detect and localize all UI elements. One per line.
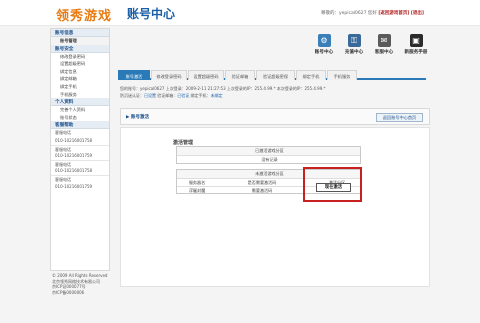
page: 领秀游戏 账号中心 尊敬的：yepical0627 您好 [返回游戏首页] [退… <box>0 0 480 323</box>
service-line: 客服电话 <box>51 144 109 153</box>
service-line: 客服电话 <box>51 174 109 183</box>
status-value[interactable]: 已设置 <box>144 93 156 98</box>
quick-nav-label: 账号中心 <box>314 50 334 55</box>
top-links: 尊敬的：yepical0627 您好 [返回游戏首页] [退出] <box>321 10 424 16</box>
activated-table: 已激活游戏分区 没有记录 <box>176 146 361 164</box>
tab-phone-service[interactable]: 手机服务 <box>327 70 357 80</box>
tab-verify-security[interactable]: 验证超级密保 <box>256 70 295 80</box>
server-name: 浮屠封魔 <box>188 188 206 193</box>
tab-change-password[interactable]: 修改登录密码 <box>151 70 187 80</box>
quick-nav-newbie-guide[interactable]: ▣ 新服务手册 <box>402 34 430 55</box>
table-row: 没有记录 <box>177 155 360 163</box>
section-header: ▶ 账号激活 返回账号中心首页 <box>120 108 430 125</box>
sidebar-item-phone-service[interactable]: 手机服务 <box>51 91 109 99</box>
empty-record: 没有记录 <box>261 157 278 162</box>
tab-bar: 账号激活 修改登录密码 设置超级密码 验证邮箱 验证超级密保 绑定手机 手机服务 <box>118 70 426 80</box>
welcome-text: 尊敬的：yepical0627 您好 <box>320 11 377 16</box>
activation-heading: 激活管理 <box>173 140 194 146</box>
sidebar-section-personal[interactable]: 个人资料 <box>51 98 109 107</box>
sidebar-item-account-status[interactable]: 账号状态 <box>51 114 109 122</box>
quick-nav-label: 客服中心 <box>374 50 394 55</box>
tab-account-activation[interactable]: 账号激活 <box>118 70 150 80</box>
sidebar-item-super-password[interactable]: 设置超级密码 <box>51 60 109 68</box>
section-title-text: 账号激活 <box>131 115 150 120</box>
quick-nav-label: 新服务手册 <box>404 50 428 55</box>
site-logo[interactable]: 领秀游戏 <box>56 5 112 24</box>
sidebar-item-complete-profile[interactable]: 完善个人资料 <box>51 106 109 114</box>
need-code: 需要激活码 <box>251 188 273 193</box>
status-label: 验证邮箱： <box>156 93 178 98</box>
service-line: 客服电话 <box>51 159 109 168</box>
site-title: 账号中心 <box>127 7 176 21</box>
status-label: 绑定手机： <box>189 93 211 98</box>
tab-bind-phone[interactable]: 绑定手机 <box>296 70 326 80</box>
service-line: 010-10216001759 <box>55 153 93 159</box>
recharge-center-icon: ⚿ <box>347 34 361 47</box>
service-line: 客服电话 <box>55 130 71 136</box>
quick-nav-recharge-center[interactable]: ⚿ 充值中心 <box>340 34 368 55</box>
status-line: 防沉迷认证：已设置 验证邮箱：已验证 绑定手机：未绑定 <box>120 92 326 99</box>
return-account-center-button[interactable]: 返回账号中心首页 <box>376 113 423 122</box>
service-line: 010-10216001759 <box>55 183 93 189</box>
sidebar-item-bind-phone[interactable]: 绑定手机 <box>51 83 109 91</box>
sidebar-item-change-password[interactable]: 修改登录密码 <box>51 53 109 61</box>
service-center-icon: ✉ <box>377 34 391 47</box>
sidebar-section-account-security[interactable]: 账号安全 <box>51 44 109 53</box>
service-line: 010-10216001758 <box>55 168 93 174</box>
tab-super-password[interactable]: 设置超级密码 <box>188 70 224 80</box>
sidebar-item-bind-email[interactable]: 绑定邮箱 <box>51 75 109 83</box>
quick-nav: ⚙ 账号中心 ⚿ 充值中心 ✉ 客服中心 ▣ 新服务手册 <box>310 34 435 62</box>
sidebar-section-account-info[interactable]: 账号信息 <box>51 29 109 37</box>
sidebar: 账号信息 账号管理 账号安全 修改登录密码 设置超级密码 绑定信息 绑定邮箱 绑… <box>50 28 110 271</box>
quick-nav-account-center[interactable]: ⚙ 账号中心 <box>310 34 338 55</box>
header: 领秀游戏 账号中心 尊敬的：yepical0627 您好 [返回游戏首页] [退… <box>0 0 480 26</box>
status-label: 防沉迷认证： <box>120 93 144 98</box>
tab-verify-email[interactable]: 验证邮箱 <box>225 70 255 80</box>
account-info: 您的账号：yepical0627 上次登录：2009-2-11 21:27:53… <box>120 85 326 99</box>
sidebar-item-bind-info[interactable]: 绑定信息 <box>51 68 109 76</box>
footer-line: 京ICP备0000006 <box>52 290 85 296</box>
table-header: 已激活游戏分区 <box>177 147 360 155</box>
status-value[interactable]: 未绑定 <box>211 93 223 98</box>
account-center-icon: ⚙ <box>317 34 331 47</box>
quick-nav-service-center[interactable]: ✉ 客服中心 <box>370 34 398 55</box>
service-line: 010-10216001758 <box>55 137 93 143</box>
login-info-line: 您的账号：yepical0627 上次登录：2009-2-11 21:27:53… <box>120 86 326 91</box>
table-header-cell: 已激活游戏分区 <box>255 148 284 153</box>
quick-nav-label: 充值中心 <box>344 50 364 55</box>
sidebar-item-account-manage[interactable]: 账号管理 <box>51 37 109 45</box>
status-value[interactable]: 已验证 <box>177 93 189 98</box>
newbie-guide-icon: ▣ <box>409 34 423 47</box>
footer: © 2009 All Rights Reserved 北京领秀网络技术有限公司 … <box>50 273 110 296</box>
back-to-game-link[interactable]: [返回游戏首页] <box>378 11 409 16</box>
section-title: ▶ 账号激活 <box>126 115 150 120</box>
logout-link[interactable]: [退出] <box>411 11 424 16</box>
sidebar-section-service[interactable]: 客服帮助 <box>51 121 109 130</box>
activate-now-button[interactable]: 现在激活 <box>316 183 351 192</box>
footer-line: © 2009 All Rights Reserved <box>52 273 108 278</box>
